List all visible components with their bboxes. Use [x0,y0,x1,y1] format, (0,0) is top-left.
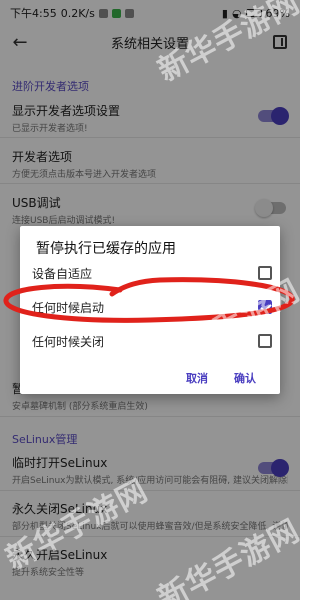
cancel-button[interactable]: 取消 [186,370,208,386]
option-label: 任何时候启动 [32,300,105,315]
option-label: 任何时候关闭 [32,334,105,349]
option-label: 设备自适应 [32,266,93,281]
option-always-close-checkbox[interactable] [258,334,272,348]
option-adaptive[interactable]: 设备自适应 [32,262,272,284]
dialog-title: 暂停执行已缓存的应用 [36,241,176,257]
confirm-button[interactable]: 确认 [234,370,256,386]
